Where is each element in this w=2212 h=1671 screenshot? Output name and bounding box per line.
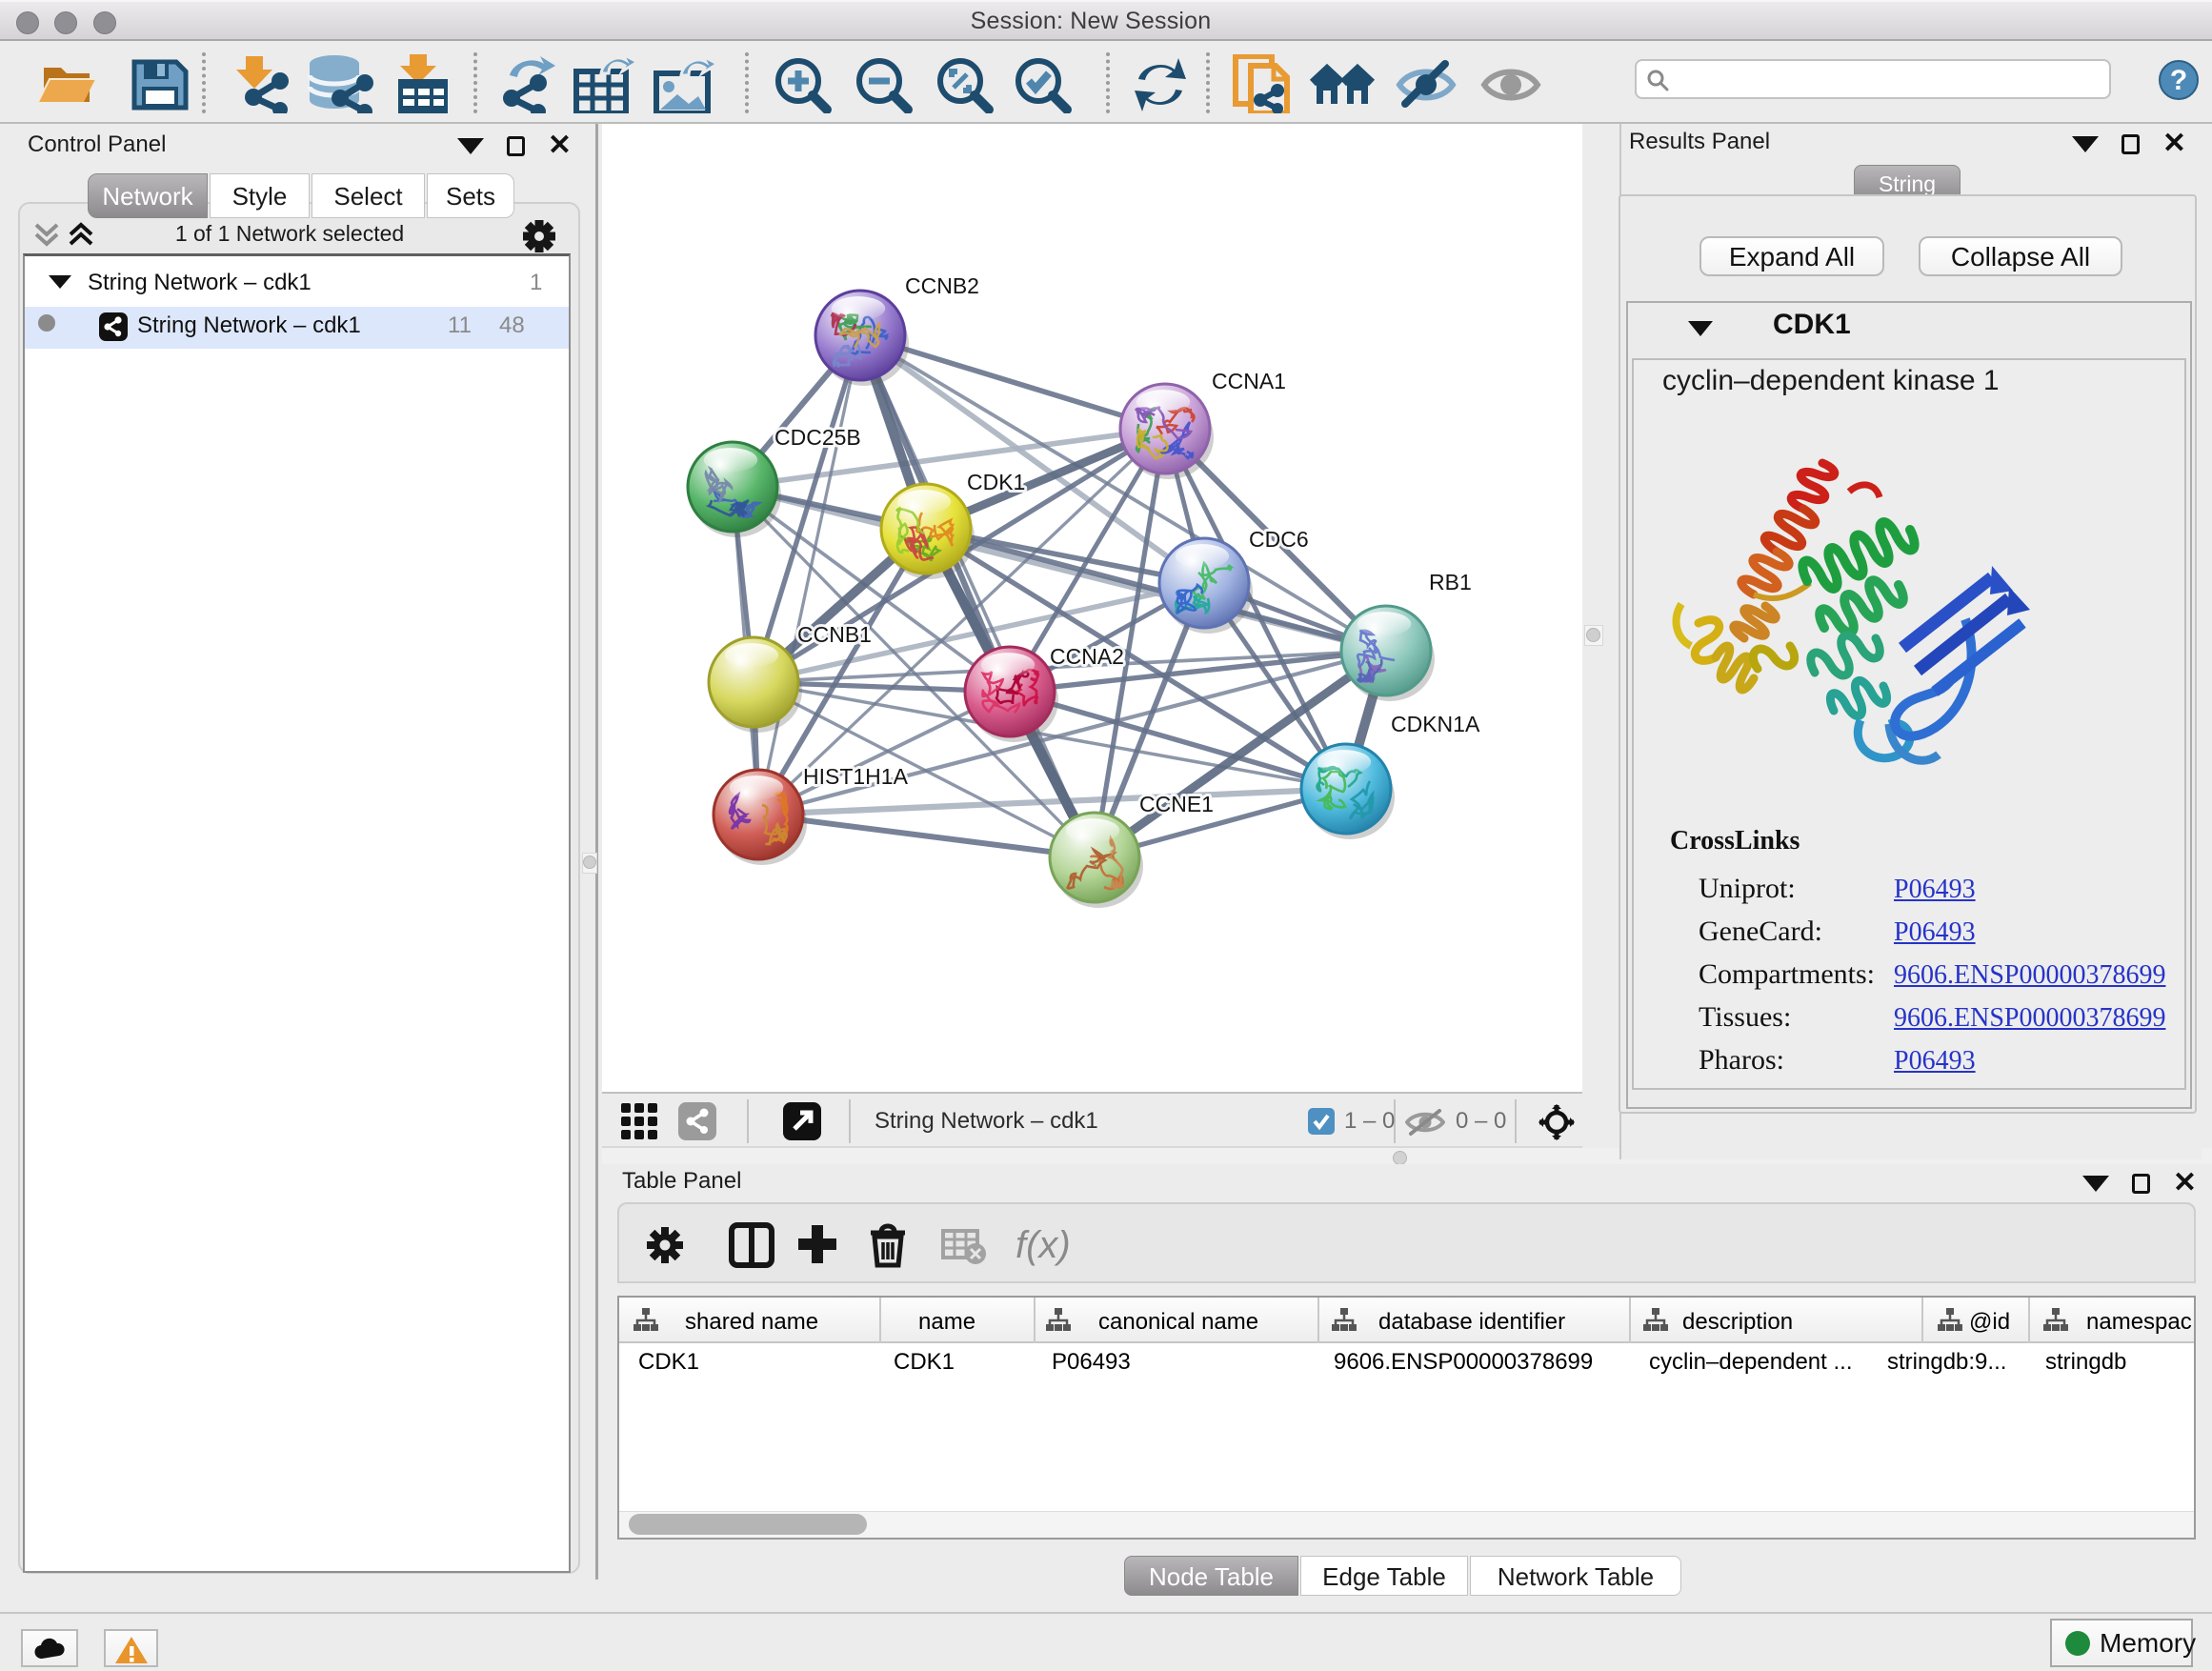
svg-text:CCNE1: CCNE1 [1139,792,1214,816]
svg-text:f(x): f(x) [1016,1224,1071,1266]
svg-text:CDC6: CDC6 [1249,527,1309,552]
svg-text:CDKN1A: CDKN1A [1391,712,1480,736]
svg-text:CCNA2: CCNA2 [1050,644,1124,669]
svg-text:CDC25B: CDC25B [774,425,861,450]
svg-text:CCNB1: CCNB1 [797,622,872,647]
svg-text:CDK1: CDK1 [967,470,1025,494]
svg-text:CCNB2: CCNB2 [905,273,979,298]
svg-text:HIST1H1A: HIST1H1A [803,764,909,789]
svg-text:CCNA1: CCNA1 [1212,369,1286,393]
svg-text:RB1: RB1 [1429,570,1472,594]
